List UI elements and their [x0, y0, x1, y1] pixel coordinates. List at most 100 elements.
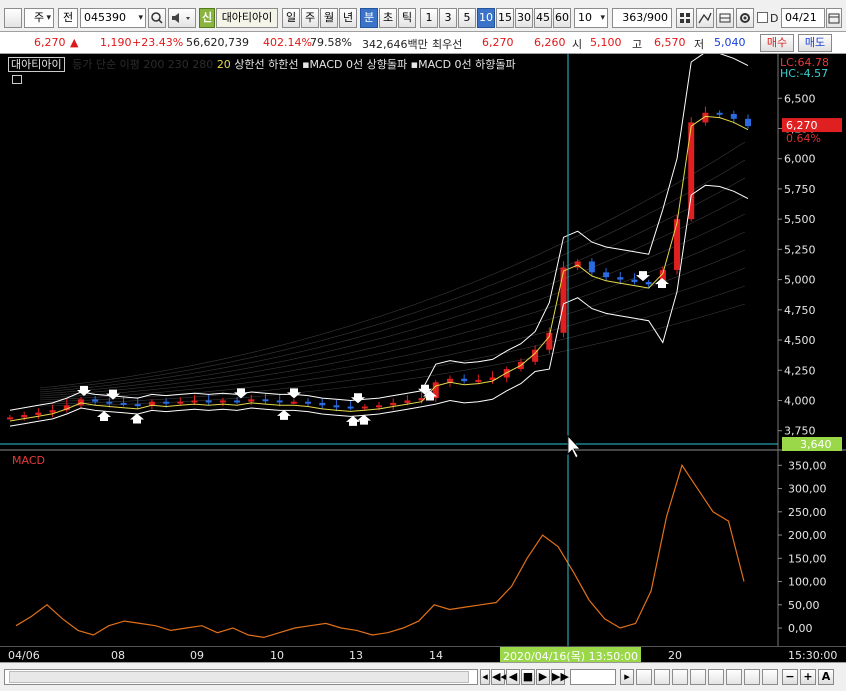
candle-body — [35, 412, 42, 415]
interval-10[interactable]: 10 — [477, 8, 495, 28]
tick-tick[interactable]: 틱 — [398, 8, 416, 28]
calendar-icon[interactable] — [826, 8, 842, 28]
zoom-out-button[interactable]: − — [782, 669, 798, 685]
macd-line — [15, 463, 745, 639]
tick-minute[interactable]: 분 — [360, 8, 378, 28]
price-chart[interactable]: 6,5006,2506,0005,7505,5005,2505,0004,750… — [0, 54, 846, 662]
chart-window: 주 전 045390 신 대아티아이 일 주 월 년 분 초 틱 1 3 5 1… — [0, 0, 846, 691]
fan-line — [39, 285, 746, 405]
crosshair-icon[interactable] — [636, 669, 652, 685]
candle-body — [148, 401, 155, 406]
macd-tick-label: 50,00 — [788, 599, 820, 612]
forward-button[interactable]: ▶▶ — [551, 669, 569, 685]
candle-body — [560, 267, 567, 333]
signal-down-arrow — [234, 388, 248, 399]
auto-scale-button[interactable]: A — [818, 669, 834, 685]
option-checkbox[interactable] — [757, 12, 768, 23]
macd-tick-label: 150,00 — [788, 552, 827, 565]
badge-new: 신 — [199, 8, 215, 28]
zoom-in-button[interactable]: + — [800, 669, 816, 685]
flag-icon[interactable] — [654, 669, 670, 685]
x-label: 13 — [349, 649, 363, 662]
table-icon[interactable] — [12, 75, 22, 84]
signal-down-arrow — [287, 388, 301, 399]
interval-1[interactable]: 1 — [420, 8, 438, 28]
interval-60[interactable]: 60 — [553, 8, 571, 28]
scroll-thumb[interactable] — [9, 671, 469, 683]
legend-hidden-ma: 등가 단순 이평 200 230 280 — [72, 58, 214, 71]
play-back-button[interactable]: ◀ — [506, 669, 520, 685]
toggle-icon[interactable] — [716, 8, 734, 28]
buy-button[interactable]: 매수 — [760, 34, 794, 52]
price-tick-label: 5,750 — [784, 183, 816, 196]
interval-15[interactable]: 15 — [496, 8, 514, 28]
speaker-icon[interactable] — [168, 8, 196, 28]
sell-button[interactable]: 매도 — [798, 34, 832, 52]
current-price-label: 6,270 — [786, 119, 818, 132]
play-button[interactable]: ▶ — [536, 669, 550, 685]
price-change-pct: +23.43% — [132, 36, 184, 49]
candle-body — [716, 112, 723, 115]
draw-line-icon[interactable] — [696, 8, 714, 28]
x-label: 20 — [668, 649, 682, 662]
candle-body — [106, 401, 113, 404]
candle-body — [361, 406, 368, 409]
legend-stock-name[interactable]: 대아티아이 — [8, 57, 65, 72]
price-tick-label: 4,500 — [784, 334, 816, 347]
print-icon[interactable] — [744, 669, 760, 685]
candle-body — [276, 400, 283, 403]
candle-body — [319, 402, 326, 406]
candle-body — [390, 402, 397, 406]
horizontal-scrollbar[interactable] — [4, 669, 478, 685]
legend-lower-band: 하한선 — [268, 58, 299, 71]
candle-body — [475, 379, 482, 382]
signal-up-arrow — [97, 411, 111, 422]
zoom-slider[interactable] — [570, 669, 616, 685]
settings-icon[interactable] — [736, 8, 754, 28]
code-input[interactable]: 045390 — [80, 8, 146, 28]
best-bid: 6,260 — [534, 36, 566, 49]
volume: 56,620,739 — [186, 36, 249, 49]
candle-body — [234, 400, 241, 403]
period-day[interactable]: 일 — [282, 8, 300, 28]
settings2-icon[interactable] — [762, 669, 778, 685]
candle-body — [77, 399, 84, 406]
period-month[interactable]: 월 — [320, 8, 338, 28]
candle-body — [7, 417, 13, 420]
chart-icon[interactable] — [4, 8, 22, 28]
chart-canvas[interactable]: 6,5006,2506,0005,7505,5005,2505,0004,750… — [0, 54, 846, 646]
stop-button[interactable]: ■ — [521, 669, 535, 685]
search-icon[interactable] — [148, 8, 166, 28]
period-week[interactable]: 주 — [301, 8, 319, 28]
rewind-button[interactable]: ◀◀ — [491, 669, 509, 685]
tick-second[interactable]: 초 — [379, 8, 397, 28]
interval-3[interactable]: 3 — [439, 8, 457, 28]
market-type-button[interactable]: 전 — [58, 8, 78, 28]
signal-up-arrow — [130, 413, 144, 424]
interval-select[interactable]: 10 — [574, 8, 608, 28]
date-input[interactable]: 04/21 — [781, 8, 825, 28]
tool-icon[interactable] — [726, 669, 742, 685]
candle-body — [347, 406, 354, 409]
high-label: 고 — [632, 38, 643, 51]
period-year[interactable]: 년 — [339, 8, 357, 28]
market-select[interactable]: 주 — [24, 8, 54, 28]
moving-average-line — [9, 115, 749, 422]
interval-5[interactable]: 5 — [458, 8, 476, 28]
candle-body — [503, 369, 510, 378]
interval-30[interactable]: 30 — [515, 8, 533, 28]
compare-icon[interactable] — [672, 669, 688, 685]
layout-icon[interactable] — [708, 669, 724, 685]
scroll-left-end-button[interactable]: ◂ — [480, 669, 490, 685]
price-change: 1,190 — [100, 36, 132, 49]
macd-tick-label: 250,00 — [788, 506, 827, 519]
low-price: 5,040 — [714, 36, 746, 49]
interval-45[interactable]: 45 — [534, 8, 552, 28]
scroll-right-button[interactable]: ▸ — [620, 669, 634, 685]
x-label: 04/06 — [8, 649, 40, 662]
candle-body — [603, 272, 610, 278]
legend-period: 20 — [216, 58, 231, 71]
split-icon[interactable] — [690, 669, 706, 685]
candle-body — [262, 399, 269, 402]
grid-icon[interactable] — [676, 8, 694, 28]
